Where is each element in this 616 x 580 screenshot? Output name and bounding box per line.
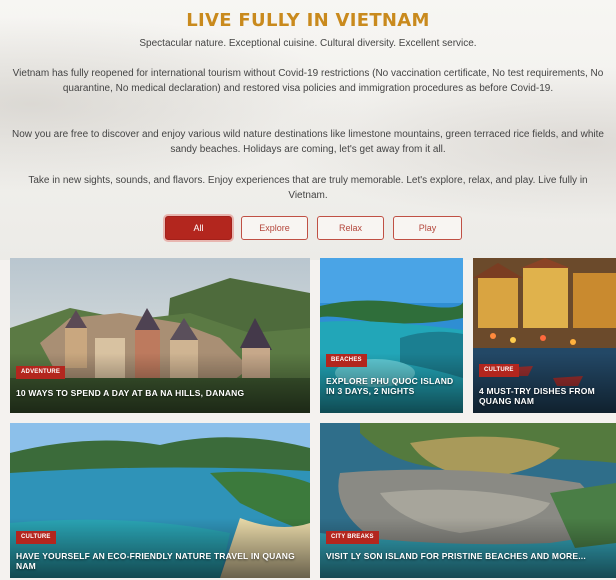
filter-explore-button[interactable]: Explore <box>241 216 308 240</box>
card-shade <box>10 353 310 413</box>
card-title: 10 WAYS TO SPEND A DAY AT BA NA HILLS, D… <box>16 388 245 398</box>
card-shade <box>320 518 616 578</box>
filter-all-button[interactable]: All <box>165 216 232 240</box>
filter-relax-button[interactable]: Relax <box>317 216 384 240</box>
page-title: LIVE FULLY IN VIETNAM <box>186 10 430 31</box>
article-card-quang-nam-dishes[interactable]: CULTURE 4 MUST-TRY DISHES FROM QUANG NAM <box>473 258 616 413</box>
page-subtitle: Spectacular nature. Exceptional cuisine.… <box>139 38 477 49</box>
card-category-tag: CULTURE <box>16 531 56 544</box>
card-title: HAVE YOURSELF AN ECO-FRIENDLY NATURE TRA… <box>16 551 295 571</box>
card-title: VISIT LY SON ISLAND FOR PRISTINE BEACHES… <box>326 551 586 561</box>
article-card-ba-na-hills[interactable]: ADVENTURE 10 WAYS TO SPEND A DAY AT BA N… <box>10 258 310 413</box>
card-title: EXPLORE PHU QUOC ISLAND IN 3 DAYS, 2 NIG… <box>326 376 454 396</box>
card-title: 4 MUST-TRY DISHES FROM QUANG NAM <box>479 386 595 406</box>
card-category-tag: BEACHES <box>326 354 367 367</box>
article-card-ly-son[interactable]: CITY BREAKS VISIT LY SON ISLAND FOR PRIS… <box>320 423 616 578</box>
card-category-tag: CULTURE <box>479 364 519 377</box>
intro-paragraph-discover: Now you are free to discover and enjoy v… <box>12 129 604 155</box>
intro-paragraph-explore: Take in new sights, sounds, and flavors.… <box>28 175 588 201</box>
card-category-tag: CITY BREAKS <box>326 531 379 544</box>
filter-play-button[interactable]: Play <box>393 216 462 240</box>
intro-paragraph-reopening: Vietnam has fully reopened for internati… <box>12 68 604 94</box>
article-card-phu-quoc[interactable]: BEACHES EXPLORE PHU QUOC ISLAND IN 3 DAY… <box>320 258 463 413</box>
card-category-tag: ADVENTURE <box>16 366 66 379</box>
article-card-eco-travel[interactable]: CULTURE HAVE YOURSELF AN ECO-FRIENDLY NA… <box>10 423 310 578</box>
filter-bar: All Explore Relax Play <box>0 216 616 242</box>
